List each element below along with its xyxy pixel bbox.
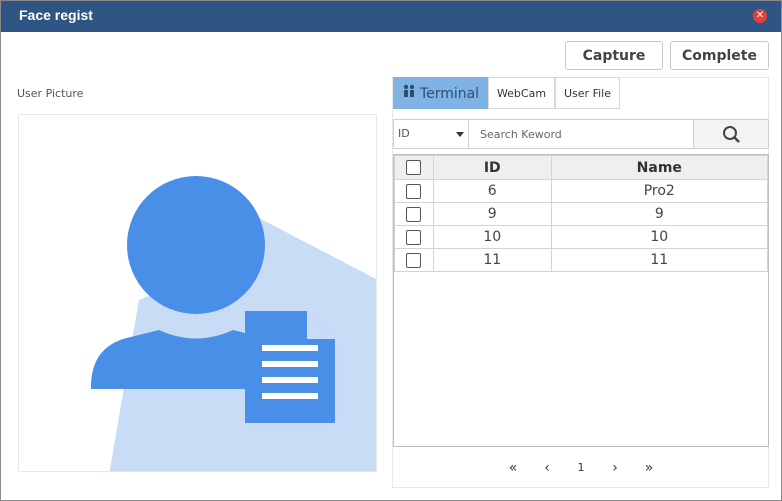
table-row[interactable]: 11 11 [394,248,769,272]
user-table: ID Name 6 Pro2 9 9 10 10 11 11 [393,154,769,447]
search-input[interactable] [470,120,692,148]
row-checkbox-cell [394,179,434,203]
close-icon[interactable]: ✕ [753,9,767,23]
table-row[interactable]: 6 Pro2 [394,179,769,203]
cell-name: 10 [550,225,769,249]
chevron-down-icon [456,132,464,137]
user-picture-label: User Picture [17,87,84,100]
table-row[interactable]: 9 9 [394,202,769,226]
row-checkbox-cell [394,248,434,272]
tab-terminal[interactable]: Terminal [393,77,488,109]
row-checkbox[interactable] [406,183,422,199]
users-icon [402,78,416,110]
last-page-button[interactable]: » [639,457,659,479]
tab-webcam[interactable]: WebCam [488,77,555,109]
cell-id: 11 [432,248,552,272]
cell-id: 9 [432,202,552,226]
search-field-select[interactable]: ID [394,120,469,148]
tab-terminal-label: Terminal [419,86,480,102]
user-picture-box[interactable] [18,114,377,472]
column-header-name[interactable]: Name [550,155,769,180]
cell-id: 10 [432,225,552,249]
window-title: Face regist [19,7,93,23]
row-checkbox-cell [394,225,434,249]
pagination: « ‹ 1 › » [393,457,769,479]
title-bar: Face regist ✕ [1,1,781,32]
cell-id: 6 [432,179,552,203]
row-checkbox[interactable] [406,206,422,222]
select-all-checkbox[interactable] [406,160,422,175]
first-page-button[interactable]: « [503,457,523,479]
cell-name: 11 [550,248,769,272]
page-number[interactable]: 1 [571,457,591,479]
column-header-id[interactable]: ID [432,155,552,180]
cell-name: 9 [550,202,769,226]
cell-name: Pro2 [550,179,769,203]
select-all-cell [394,155,434,180]
search-button[interactable] [693,120,768,148]
table-row[interactable]: 10 10 [394,225,769,249]
select-value: ID [398,127,410,140]
search-bar: ID [393,119,769,149]
search-icon [723,126,740,143]
row-checkbox-cell [394,202,434,226]
complete-button[interactable]: Complete [670,41,769,70]
table-header-row: ID Name [394,155,769,180]
prev-page-button[interactable]: ‹ [537,457,557,479]
row-checkbox[interactable] [406,252,422,268]
tab-user-file[interactable]: User File [555,77,620,109]
row-checkbox[interactable] [406,229,422,245]
capture-button[interactable]: Capture [565,41,663,70]
user-document-icon [91,176,376,471]
next-page-button[interactable]: › [605,457,625,479]
